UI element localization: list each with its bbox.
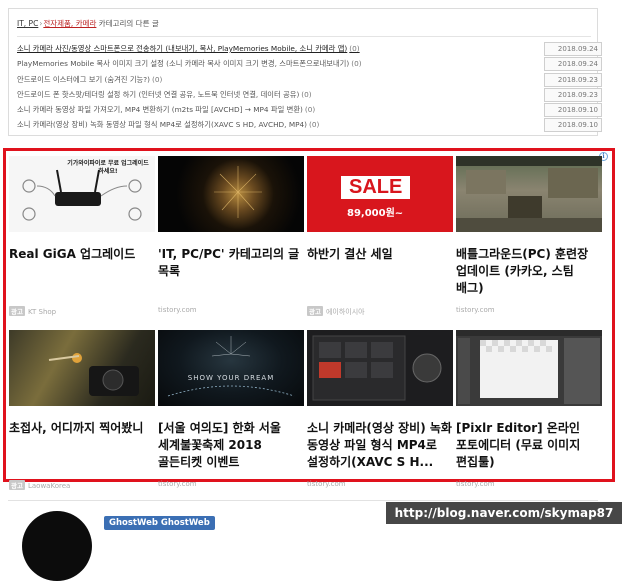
thumbnail[interactable] <box>307 330 453 406</box>
list-item: 안드로이드 이스터에그 보기 (숨겨진 기능?) (0) 2018.09.23 <box>17 72 602 88</box>
card-headline[interactable]: [Pixlr Editor] 온라인 포토에디터 (무료 이미지 편집툴) <box>456 420 602 471</box>
thumbnail[interactable] <box>456 156 602 232</box>
watermark: http://blog.naver.com/skymap87 <box>386 502 622 524</box>
card-headline[interactable]: 하반기 결산 세일 <box>307 246 453 263</box>
thumbnail[interactable]: 기가와이파이로 무료 업그레이드 하세요! <box>9 156 155 232</box>
post-date: 2018.09.24 <box>544 57 602 72</box>
comment-count: (0) <box>309 120 320 130</box>
card-source: 광고 KT Shop <box>9 306 57 316</box>
post-link[interactable]: PlayMemories Mobile 복사 이미지 크기 설정 (소니 카메라… <box>17 59 362 69</box>
post-date: 2018.09.24 <box>544 42 602 56</box>
game-screenshot <box>456 156 602 232</box>
post-date: 2018.09.23 <box>544 72 602 87</box>
related-post-list: 소니 카메라 사진/동영상 스마트폰으로 전송하기 (내보내기, 복사, Pla… <box>17 42 602 134</box>
camera-menu-screenshot <box>312 335 442 401</box>
comment-count: (0) <box>349 44 360 53</box>
list-item: 소니 카메라 동영상 파일 가져오기, MP4 변환하기 (m2ts 파일 [A… <box>17 103 602 118</box>
thumbnail[interactable]: SALE 89,000원~ <box>307 156 453 232</box>
list-item: PlayMemories Mobile 복사 이미지 크기 설정 (소니 카메라… <box>17 57 602 72</box>
card-source: tistory.com <box>456 306 495 314</box>
post-link[interactable]: 소니 카메라 동영상 파일 가져오기, MP4 변환하기 (m2ts 파일 [A… <box>17 105 315 115</box>
post-date: 2018.09.23 <box>544 87 602 102</box>
post-date: 2018.09.10 <box>544 103 602 118</box>
breadcrumb: IT, PC›전자제품, 카메라 카테고리의 다른 글 <box>17 18 159 29</box>
thumbnail[interactable] <box>9 330 155 406</box>
fireworks-event-image <box>167 336 295 397</box>
comment-count: (0) <box>351 59 362 69</box>
comment-count: (0) <box>301 89 312 99</box>
breadcrumb-subcategory-link[interactable]: 전자제품, 카메라 <box>43 19 96 28</box>
divider <box>17 36 591 37</box>
card-source: tistory.com <box>307 480 346 488</box>
card-source: tistory.com <box>158 480 197 488</box>
card-source: tistory.com <box>456 480 495 488</box>
card-headline[interactable]: Real GiGA 업그레이드 <box>9 246 155 263</box>
breadcrumb-category-link[interactable]: IT, PC <box>17 19 38 28</box>
ad-badge: 광고 <box>9 306 25 316</box>
editor-screenshot <box>456 330 602 404</box>
card-source: tistory.com <box>158 306 197 314</box>
card-headline[interactable]: 소니 카메라(영상 장비) 녹화 동영상 파일 형식 MP4로 설정하기(XAV… <box>307 420 453 471</box>
list-item: 소니 카메라 사진/동영상 스마트폰으로 전송하기 (내보내기, 복사, Pla… <box>17 42 602 57</box>
card-headline[interactable]: 'IT, PC/PC' 카테고리의 글 목록 <box>158 246 304 280</box>
fireworks-image <box>214 166 262 218</box>
list-item: 안드로이드 폰 핫스팟/테더링 설정 하기 (인터넷 연결 공유, 노트북 인터… <box>17 87 602 103</box>
ad-badge: 광고 <box>307 306 323 316</box>
comment-count: (0) <box>151 74 163 84</box>
thumbnail[interactable] <box>158 156 304 232</box>
ad-badge: 광고 <box>9 480 25 490</box>
post-link[interactable]: 소니 카메라 사진/동영상 스마트폰으로 전송하기 (내보내기, 복사, Pla… <box>17 44 360 54</box>
author-name-tag[interactable]: GhostWeb GhostWeb <box>104 516 215 530</box>
post-link[interactable]: 소니 카메라(영상 장비) 녹화 동영상 파일 형식 MP4로 설정하기(XAV… <box>17 120 319 130</box>
card-headline[interactable]: [서울 여의도] 한화 서울 세계불꽃축제 2018 골든티켓 이벤트 <box>158 420 304 471</box>
thumb-price: 89,000원~ <box>347 208 404 219</box>
thumb-caption: SHOW YOUR DREAM <box>187 374 275 382</box>
post-date: 2018.09.10 <box>544 118 602 133</box>
recommendation-grid: i 기가와이파이로 무료 업그레이드 하세요! Real GiGA 업그레이드 … <box>3 148 615 490</box>
thumb-caption: 기가와이파이로 무료 업그레이드 하세요! <box>67 160 149 175</box>
card-source: 광고 LaowaKorea <box>9 480 71 490</box>
macro-photo <box>48 353 139 396</box>
card-headline[interactable]: 초접사, 어디까지 찍어봤니 <box>9 420 155 437</box>
thumb-caption: SALE <box>341 176 411 199</box>
related-posts-box: IT, PC›전자제품, 카메라 카테고리의 다른 글 소니 카메라 사진/동영… <box>8 8 602 136</box>
post-link[interactable]: 안드로이드 이스터에그 보기 (숨겨진 기능?) (0) <box>17 75 162 85</box>
list-item: 소니 카메라(영상 장비) 녹화 동영상 파일 형식 MP4로 설정하기(XAV… <box>17 118 602 133</box>
avatar[interactable] <box>22 511 92 581</box>
post-link[interactable]: 안드로이드 폰 핫스팟/테더링 설정 하기 (인터넷 연결 공유, 노트북 인터… <box>17 90 312 100</box>
thumbnail[interactable] <box>456 330 602 406</box>
comment-count: (0) <box>304 105 316 115</box>
card-source: 광고 에이하이시아 <box>307 306 365 316</box>
breadcrumb-suffix: 카테고리의 다른 글 <box>96 19 159 28</box>
thumbnail[interactable]: SHOW YOUR DREAM <box>158 330 304 406</box>
card-headline[interactable]: 배틀그라운드(PC) 훈련장 업데이트 (카카오, 스팀 배그) <box>456 246 602 297</box>
